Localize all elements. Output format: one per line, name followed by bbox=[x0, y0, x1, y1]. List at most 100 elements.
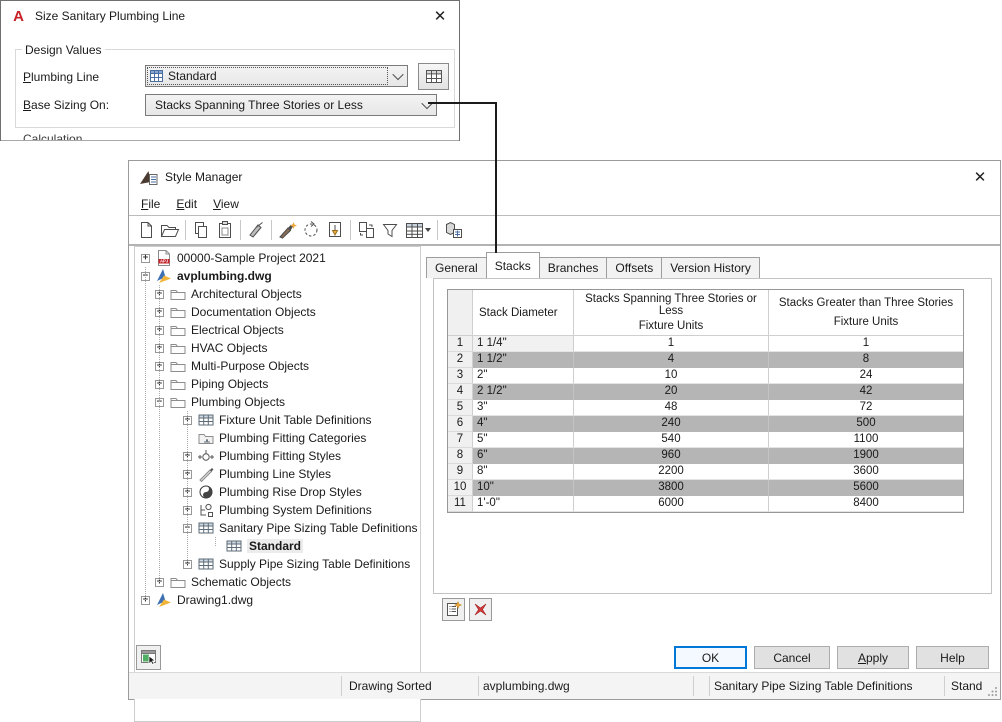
tab-general[interactable]: General bbox=[426, 257, 487, 278]
base-sizing-on-combobox[interactable]: Stacks Spanning Three Stories or Less bbox=[145, 94, 437, 116]
diameter-cell[interactable]: 10" bbox=[473, 480, 574, 496]
fixture-units-less-cell[interactable]: 3800 bbox=[574, 480, 769, 496]
diameter-cell[interactable]: 1 1/4" bbox=[473, 336, 574, 352]
row-number-cell[interactable]: 7 bbox=[448, 432, 473, 448]
tree-item-architectural-objects[interactable]: + Architectural Objects bbox=[135, 285, 420, 303]
diameter-cell[interactable]: 4" bbox=[473, 416, 574, 432]
tree-item-plumbing-rise-drop-styles[interactable]: + Plumbing Rise Drop Styles bbox=[135, 483, 420, 501]
tab-offsets[interactable]: Offsets bbox=[606, 257, 663, 278]
tree-item-fixture-unit-table-definitions[interactable]: + Fixture Unit Table Definitions bbox=[135, 411, 420, 429]
row-number-cell[interactable]: 9 bbox=[448, 464, 473, 480]
tree-item-sanitary-pipe-sizing-table-definitions[interactable]: − Sanitary Pipe Sizing Table Definitions bbox=[135, 519, 420, 537]
help-button[interactable]: Help bbox=[916, 646, 989, 669]
fixture-units-less-cell[interactable]: 960 bbox=[574, 448, 769, 464]
menu-file[interactable]: File bbox=[133, 195, 168, 213]
row-number-cell[interactable]: 8 bbox=[448, 448, 473, 464]
diameter-cell[interactable]: 6" bbox=[473, 448, 574, 464]
tree-item-plumbing-fitting-categories[interactable]: Plumbing Fitting Categories bbox=[135, 429, 420, 447]
table-definition-button[interactable] bbox=[418, 63, 449, 90]
tree-item-project[interactable]: + APJ 00000-Sample Project 2021 bbox=[135, 249, 420, 267]
tree-item-piping-objects[interactable]: + Piping Objects bbox=[135, 375, 420, 393]
fixture-units-greater-cell[interactable]: 8 bbox=[769, 352, 963, 368]
send-to-icon[interactable] bbox=[441, 219, 465, 241]
tree-item-drawing1-dwg[interactable]: + Drawing1.dwg bbox=[135, 591, 420, 609]
diameter-cell[interactable]: 1 1/2" bbox=[473, 352, 574, 368]
fixture-units-greater-cell[interactable]: 5600 bbox=[769, 480, 963, 496]
add-row-button[interactable] bbox=[442, 598, 465, 621]
menu-edit[interactable]: Edit bbox=[168, 195, 205, 213]
fixture-units-greater-cell[interactable]: 24 bbox=[769, 368, 963, 384]
paste-icon[interactable] bbox=[213, 219, 237, 241]
tree-item-multi-purpose-objects[interactable]: + Multi-Purpose Objects bbox=[135, 357, 420, 375]
row-number-cell[interactable]: 1 bbox=[448, 336, 473, 352]
row-number-cell[interactable]: 10 bbox=[448, 480, 473, 496]
resize-grip[interactable] bbox=[988, 686, 998, 696]
tree-item-hvac-objects[interactable]: + HVAC Objects bbox=[135, 339, 420, 357]
fixture-units-less-cell[interactable]: 4 bbox=[574, 352, 769, 368]
close-icon[interactable]: ✕ bbox=[970, 168, 990, 186]
new-style-icon[interactable] bbox=[275, 219, 299, 241]
fixture-units-greater-cell[interactable]: 500 bbox=[769, 416, 963, 432]
diameter-cell[interactable]: 3" bbox=[473, 400, 574, 416]
open-icon[interactable] bbox=[158, 219, 182, 241]
delete-row-button[interactable] bbox=[469, 598, 492, 621]
tree-item-avplumbing-dwg[interactable]: − avplumbing.dwg bbox=[135, 267, 420, 285]
tree-item-schematic-objects[interactable]: + Schematic Objects bbox=[135, 573, 420, 591]
fixture-units-greater-cell[interactable]: 1900 bbox=[769, 448, 963, 464]
fixture-units-less-cell[interactable]: 6000 bbox=[574, 496, 769, 512]
tree-item-plumbing-line-styles[interactable]: + Plumbing Line Styles bbox=[135, 465, 420, 483]
row-number-cell[interactable]: 5 bbox=[448, 400, 473, 416]
tree-item-plumbing-system-definitions[interactable]: + Plumbing System Definitions bbox=[135, 501, 420, 519]
tree-item-plumbing-fitting-styles[interactable]: + Plumbing Fitting Styles bbox=[135, 447, 420, 465]
chevron-down-icon[interactable] bbox=[389, 66, 407, 86]
row-number-cell[interactable]: 11 bbox=[448, 496, 473, 512]
tree-item-plumbing-objects[interactable]: − Plumbing Objects bbox=[135, 393, 420, 411]
close-icon[interactable]: ✕ bbox=[430, 7, 450, 25]
copy-icon[interactable] bbox=[189, 219, 213, 241]
test-style-icon[interactable] bbox=[323, 219, 347, 241]
filter-icon[interactable] bbox=[378, 219, 402, 241]
row-number-cell[interactable]: 2 bbox=[448, 352, 473, 368]
tree-item-supply-pipe-sizing-table-definitions[interactable]: + Supply Pipe Sizing Table Definitions bbox=[135, 555, 420, 573]
purge-icon[interactable] bbox=[244, 219, 268, 241]
fixture-units-greater-cell[interactable]: 8400 bbox=[769, 496, 963, 512]
fixture-units-greater-cell[interactable]: 42 bbox=[769, 384, 963, 400]
new-icon[interactable] bbox=[134, 219, 158, 241]
apply-button[interactable]: Apply bbox=[837, 646, 909, 669]
synchronize-icon[interactable] bbox=[354, 219, 378, 241]
fixture-units-less-cell[interactable]: 240 bbox=[574, 416, 769, 432]
diameter-cell[interactable]: 8" bbox=[473, 464, 574, 480]
fixture-units-less-cell[interactable]: 10 bbox=[574, 368, 769, 384]
diameter-cell[interactable]: 2 1/2" bbox=[473, 384, 574, 400]
fixture-units-greater-cell[interactable]: 1100 bbox=[769, 432, 963, 448]
tree-item-electrical-objects[interactable]: + Electrical Objects bbox=[135, 321, 420, 339]
ok-button[interactable]: OK bbox=[674, 646, 747, 669]
fixture-units-less-cell[interactable]: 48 bbox=[574, 400, 769, 416]
menu-view[interactable]: View bbox=[205, 195, 247, 213]
fixture-units-less-cell[interactable]: 540 bbox=[574, 432, 769, 448]
tree-item-documentation-objects[interactable]: + Documentation Objects bbox=[135, 303, 420, 321]
cancel-button[interactable]: Cancel bbox=[754, 646, 830, 669]
drag-drop-toggle-button[interactable] bbox=[136, 645, 161, 670]
set-from-icon[interactable] bbox=[299, 219, 323, 241]
fixture-units-greater-cell[interactable]: 1 bbox=[769, 336, 963, 352]
view-toggle-icon[interactable] bbox=[402, 219, 434, 241]
fixture-units-less-cell[interactable]: 20 bbox=[574, 384, 769, 400]
plumbing-line-combobox[interactable]: Standard bbox=[145, 65, 408, 87]
row-number-cell[interactable]: 3 bbox=[448, 368, 473, 384]
tree-item-standard[interactable]: Standard bbox=[135, 537, 420, 555]
row-number-cell[interactable]: 4 bbox=[448, 384, 473, 400]
diameter-cell[interactable]: 1'-0" bbox=[473, 496, 574, 512]
chevron-down-icon[interactable] bbox=[418, 95, 436, 115]
fixture-units-greater-cell[interactable]: 72 bbox=[769, 400, 963, 416]
diameter-cell[interactable]: 2" bbox=[473, 368, 574, 384]
tab-stacks[interactable]: Stacks bbox=[485, 252, 540, 278]
tab-branches[interactable]: Branches bbox=[538, 257, 608, 278]
row-number-cell[interactable]: 6 bbox=[448, 416, 473, 432]
expander-icon[interactable]: + bbox=[141, 253, 150, 263]
fixture-units-less-cell[interactable]: 1 bbox=[574, 336, 769, 352]
diameter-cell[interactable]: 5" bbox=[473, 432, 574, 448]
tab-version-history[interactable]: Version History bbox=[661, 257, 760, 278]
fixture-units-less-cell[interactable]: 2200 bbox=[574, 464, 769, 480]
fixture-units-greater-cell[interactable]: 3600 bbox=[769, 464, 963, 480]
